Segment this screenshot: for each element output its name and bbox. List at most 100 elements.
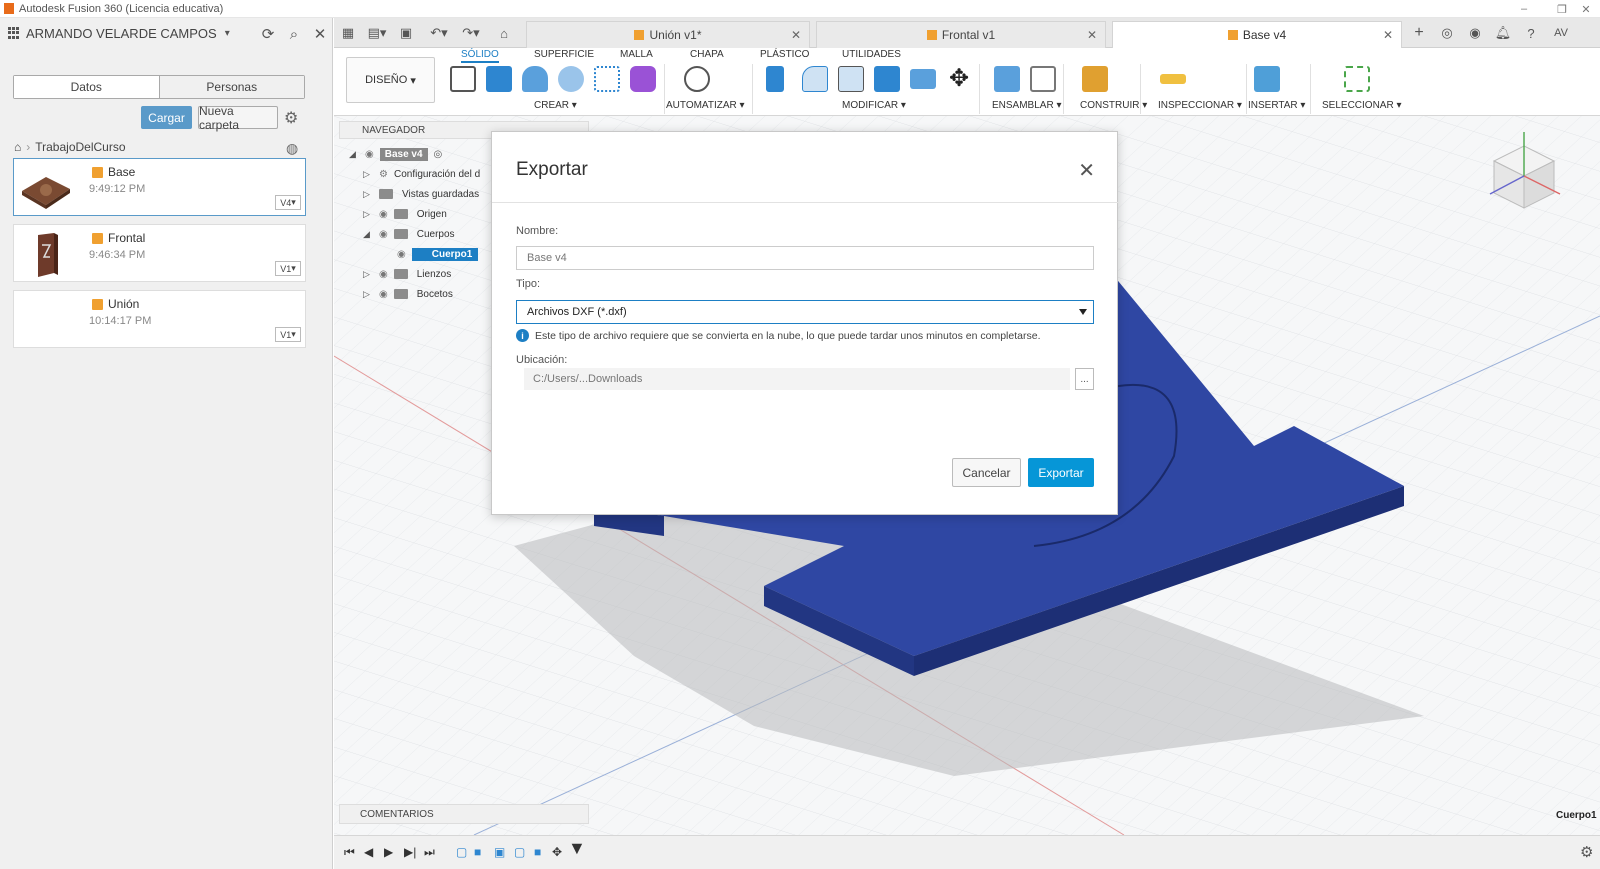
cancel-button[interactable]: Cancelar (952, 458, 1021, 487)
eye-icon[interactable]: ◉ (379, 289, 388, 300)
version-selector[interactable]: V1 ▾ (275, 261, 301, 276)
expand-icon[interactable]: ▷ (363, 189, 373, 200)
joint-icon[interactable] (1030, 66, 1056, 92)
next-step-icon[interactable]: ▶| (404, 845, 416, 859)
collapse-icon[interactable]: ◢ (363, 229, 373, 240)
undo-icon[interactable]: ↶▾ (426, 23, 452, 43)
nav-item-bodies[interactable]: ◢ ◉ Cuerpos (363, 225, 455, 243)
type-select[interactable]: Archivos DXF (*.dxf) (516, 300, 1094, 324)
fillet-icon[interactable] (802, 66, 828, 92)
select-icon[interactable] (1344, 66, 1370, 92)
doc-tab-frontal[interactable]: Frontal v1 ✕ (816, 21, 1106, 48)
measure-icon[interactable] (1160, 74, 1186, 84)
comments-panel[interactable]: COMENTARIOS (339, 804, 589, 824)
eye-icon[interactable]: ◉ (379, 269, 388, 280)
upload-button[interactable]: Cargar (141, 106, 192, 129)
home-icon[interactable]: ⌂ (14, 140, 21, 154)
nav-item-body1[interactable]: ◉ Cuerpo1 (397, 245, 479, 263)
globe-icon[interactable]: ◍ (286, 140, 298, 157)
create-sketch-icon[interactable] (450, 66, 476, 92)
combine-icon[interactable] (874, 66, 900, 92)
group-insertar[interactable]: INSERTAR ▾ (1248, 100, 1305, 111)
expand-icon[interactable]: ▷ (363, 209, 373, 220)
minimize-button[interactable]: – (1504, 0, 1544, 18)
extensions-icon[interactable]: ◎ (1436, 23, 1458, 43)
file-menu-icon[interactable]: ▤▾ (364, 23, 390, 43)
help-icon[interactable]: ? (1520, 23, 1542, 43)
nav-root[interactable]: ◢ ◉ Base v4 ◎ (349, 145, 442, 163)
eye-icon[interactable]: ◉ (397, 249, 406, 260)
group-construir[interactable]: CONSTRUIR ▾ (1080, 100, 1147, 111)
expand-icon[interactable]: ▷ (363, 169, 373, 180)
tab-datos[interactable]: Datos (14, 76, 160, 98)
group-crear[interactable]: CREAR ▾ (534, 100, 577, 111)
close-panel-icon[interactable]: ✕ (310, 24, 330, 44)
user-name[interactable]: ARMANDO VELARDE CAMPOS (26, 26, 217, 41)
notifications-icon[interactable]: 🔔︎ (1492, 23, 1514, 43)
insert-image-icon[interactable] (1254, 66, 1280, 92)
timeline-feature-icon[interactable]: ▢ (456, 845, 467, 859)
breadcrumb-project[interactable]: TrabajoDelCurso (35, 140, 125, 154)
eye-icon[interactable]: ◉ (365, 149, 374, 160)
shell-icon[interactable] (838, 66, 864, 92)
new-folder-button[interactable]: Nueva carpeta (198, 104, 278, 132)
file-card-union[interactable]: Unión 10:14:17 PM V1 ▾ (13, 290, 306, 348)
close-tab-icon[interactable]: ✕ (1383, 28, 1393, 42)
group-automatizar[interactable]: AUTOMATIZAR ▾ (666, 100, 745, 111)
save-icon[interactable]: ▣ (396, 23, 416, 43)
name-input[interactable]: Base v4 (516, 246, 1094, 270)
doc-tab-base[interactable]: Base v4 ✕ (1112, 21, 1402, 48)
hole-icon[interactable] (558, 66, 584, 92)
export-button[interactable]: Exportar (1028, 458, 1094, 487)
target-icon[interactable]: ◎ (434, 149, 443, 160)
close-tab-icon[interactable]: ✕ (1087, 28, 1097, 42)
timeline-marker-icon[interactable]: ▼ (568, 838, 586, 859)
chevron-down-icon[interactable] (1079, 309, 1087, 315)
gear-icon[interactable]: ⚙ (284, 108, 298, 128)
previous-step-icon[interactable]: ◀ (364, 845, 373, 859)
version-selector[interactable]: V1 ▾ (275, 327, 301, 342)
nav-item-views[interactable]: ▷ Vistas guardadas (363, 185, 479, 203)
redo-icon[interactable]: ↷▾ (458, 23, 484, 43)
nav-item-config[interactable]: ▷ ⚙ Configuración del d (363, 165, 480, 183)
tab-personas[interactable]: Personas (159, 76, 304, 98)
ws-tab-malla[interactable]: MALLA (620, 49, 653, 60)
nav-item-origin[interactable]: ▷ ◉ Origen (363, 205, 447, 223)
expand-icon[interactable]: ▷ (363, 289, 373, 300)
doc-tab-union[interactable]: Unión v1* ✕ (526, 21, 810, 48)
file-card-frontal[interactable]: Frontal 9:46:34 PM V1 ▾ (13, 224, 306, 282)
collapse-icon[interactable]: ◢ (349, 149, 359, 160)
ws-tab-plastico[interactable]: PLÁSTICO (760, 49, 809, 60)
timeline-feature-icon[interactable]: ■ (534, 845, 541, 859)
eye-icon[interactable]: ◉ (379, 209, 388, 220)
move-icon[interactable]: ✥ (946, 66, 972, 92)
offset-face-icon[interactable] (910, 69, 936, 89)
app-menu-icon[interactable]: ▦ (338, 23, 358, 43)
nav-item-sketches[interactable]: ▷ ◉ Bocetos (363, 285, 453, 303)
group-seleccionar[interactable]: SELECCIONAR ▾ (1322, 100, 1402, 111)
user-bar[interactable]: ARMANDO VELARDE CAMPOS ▾ (0, 18, 332, 48)
expand-icon[interactable]: ▷ (363, 269, 373, 280)
first-step-icon[interactable]: ⏮ (344, 845, 355, 860)
file-card-base[interactable]: Base 9:49:12 PM V4 ▾ (13, 158, 306, 216)
close-tab-icon[interactable]: ✕ (791, 28, 801, 42)
group-inspeccionar[interactable]: INSPECCIONAR ▾ (1158, 100, 1242, 111)
close-window-button[interactable]: ✕ (1572, 0, 1600, 18)
new-component-icon[interactable] (994, 66, 1020, 92)
timeline-feature-icon[interactable]: ✥ (552, 845, 562, 859)
chevron-down-icon[interactable]: ▾ (225, 28, 230, 39)
form-icon[interactable] (630, 66, 656, 92)
last-step-icon[interactable]: ⏭ (424, 845, 435, 860)
close-icon[interactable]: ✕ (1078, 158, 1095, 183)
automate-icon[interactable] (684, 66, 710, 92)
search-icon[interactable]: ⌕ (284, 24, 304, 44)
user-avatar[interactable]: AV (1550, 23, 1572, 43)
group-modificar[interactable]: MODIFICAR ▾ (842, 100, 906, 111)
timeline-feature-icon[interactable]: ▣ (494, 845, 505, 859)
browse-button[interactable]: ... (1075, 368, 1094, 390)
workspace-selector[interactable]: DISEÑO ▾ (346, 57, 435, 103)
refresh-icon[interactable]: ⟳ (258, 24, 278, 44)
play-icon[interactable]: ▶ (384, 845, 393, 859)
nav-item-canvases[interactable]: ▷ ◉ Lienzos (363, 265, 451, 283)
ws-tab-superficie[interactable]: SUPERFICIE (534, 49, 594, 60)
